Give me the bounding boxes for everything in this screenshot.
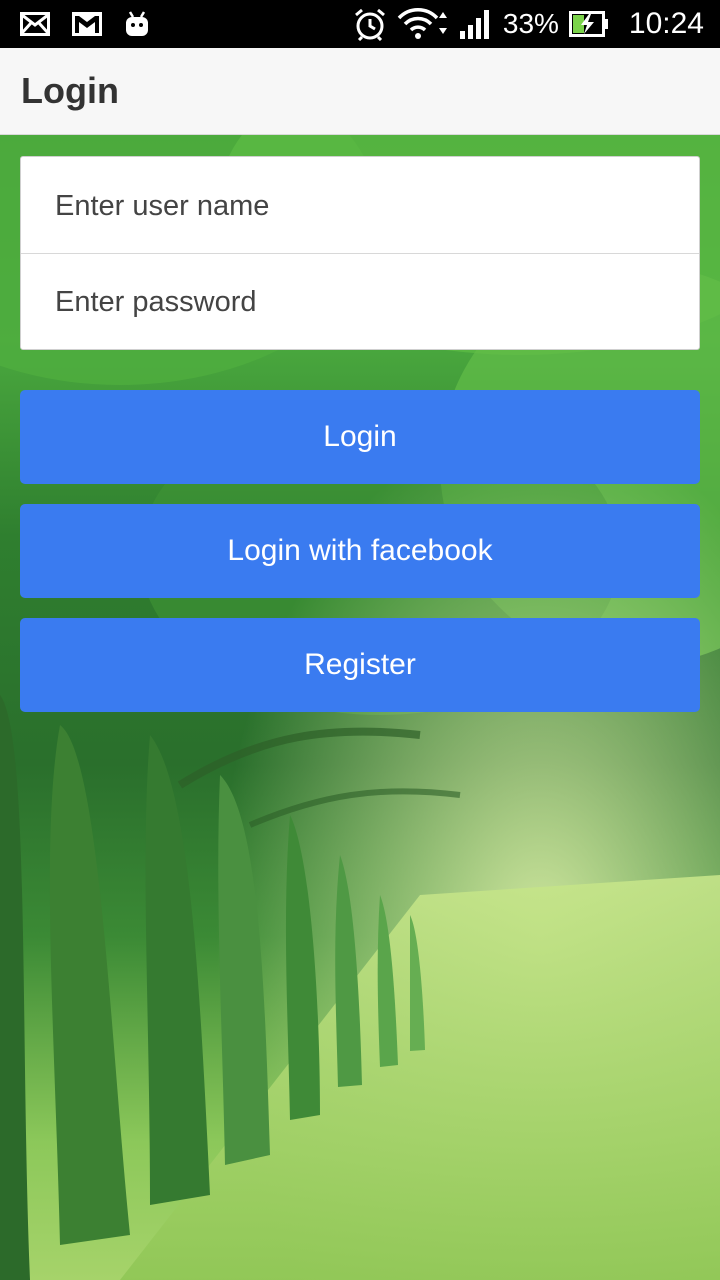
- login-button[interactable]: Login: [20, 390, 700, 484]
- battery-percent: 33%: [502, 8, 559, 39]
- clock: 10:24: [628, 7, 704, 40]
- username-input[interactable]: [21, 158, 699, 254]
- alarm-icon: [353, 7, 387, 41]
- register-button[interactable]: Register: [20, 618, 700, 712]
- password-input[interactable]: [21, 254, 699, 350]
- app-bar: Login: [0, 48, 720, 135]
- wifi-icon: [397, 8, 449, 40]
- signal-icon: [459, 9, 493, 39]
- gmail-icon: [72, 12, 102, 36]
- battery-charging-icon: [568, 11, 609, 37]
- notification-icons: [20, 8, 150, 40]
- mail-icon: [20, 12, 50, 36]
- login-with-facebook-button[interactable]: Login with facebook: [20, 504, 700, 598]
- page-title: Login: [21, 70, 119, 111]
- system-icons: 33% 10:24: [353, 6, 704, 42]
- android-icon: [124, 10, 150, 38]
- status-bar: 33% 10:24: [0, 0, 720, 48]
- login-form-card: [20, 156, 700, 350]
